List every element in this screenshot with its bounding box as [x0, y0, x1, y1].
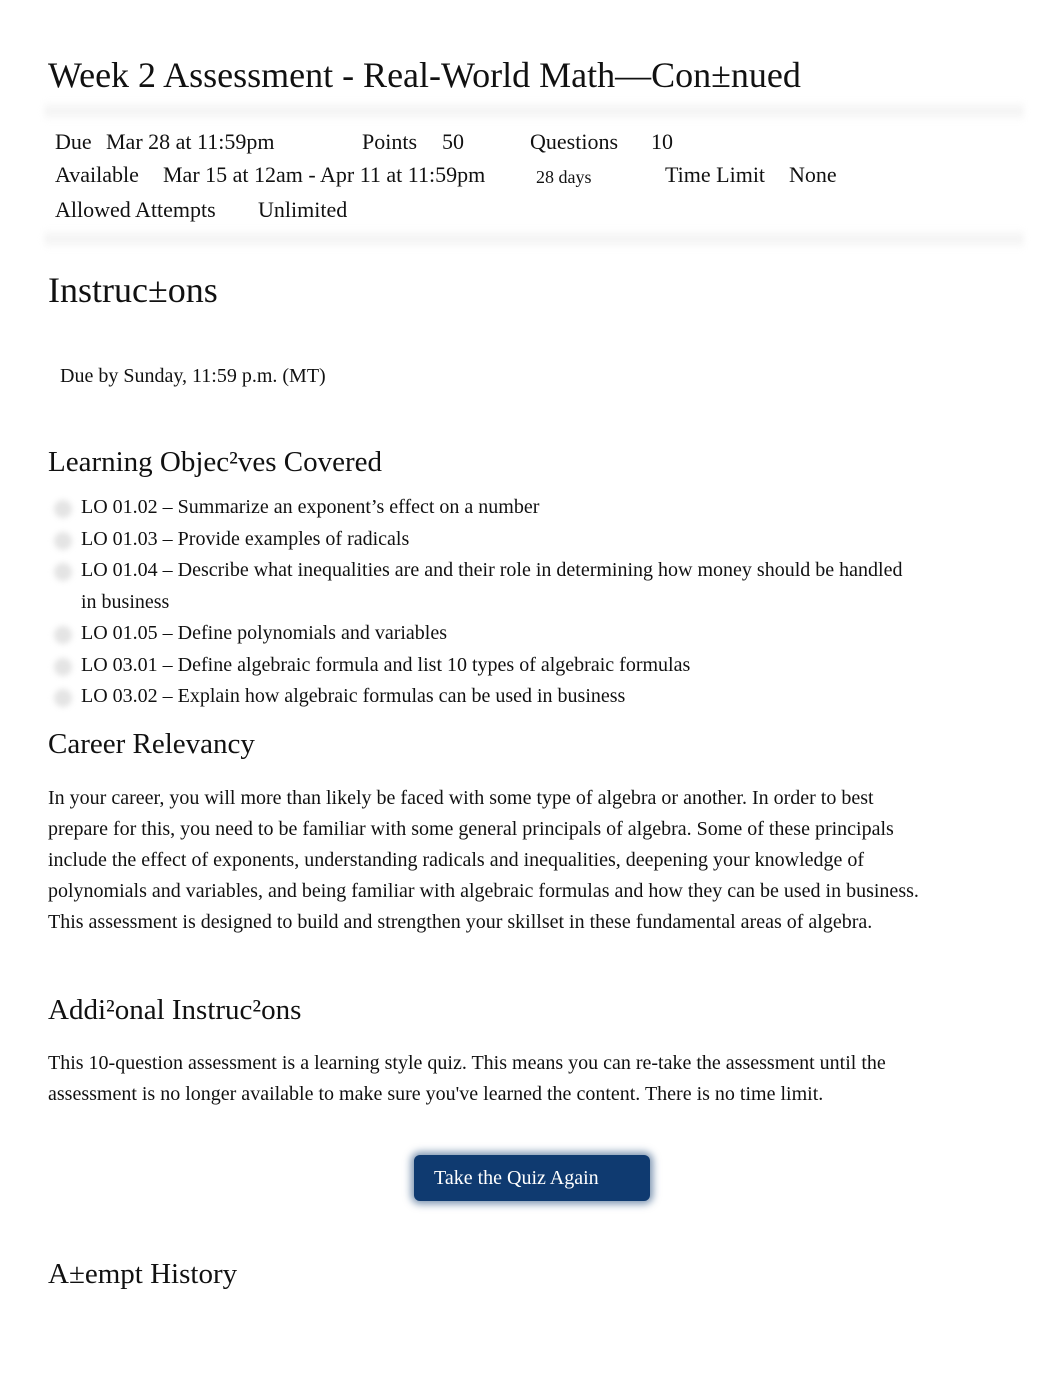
objective-text: LO 01.05 – Define polynomials and variab… [81, 622, 448, 644]
objectives-heading: Learning Objec²ves Covered [48, 446, 383, 478]
take-quiz-again-button[interactable]: Take the Quiz Again [414, 1155, 650, 1201]
objective-text: LO 03.01 – Define algebraic formula and … [81, 653, 691, 676]
bullet-icon [54, 563, 72, 581]
divider-bottom [44, 228, 1024, 250]
career-paragraph: In your career, you will more than likel… [48, 787, 919, 933]
attempts-label: Allowed Attempts [55, 197, 216, 222]
due-note: Due by Sunday, 11:59 p.m. (MT) [60, 365, 326, 387]
objective-text: LO 03.02 – Explain how algebraic formula… [81, 685, 626, 707]
objective-item: LO 01.04 – Describe what inequalities ar… [48, 555, 908, 618]
questions-value: 10 [651, 129, 673, 154]
objective-item: LO 01.05 – Define polynomials and variab… [48, 618, 908, 650]
additional-heading: Addi²onal Instruc²ons [48, 994, 302, 1026]
divider-top [44, 100, 1024, 122]
attempts-value: Unlimited [258, 197, 348, 222]
objective-item: LO 01.03 – Provide examples of radicals [48, 524, 908, 556]
points-value: 50 [442, 129, 464, 154]
objective-text: LO 01.04 – Describe what inequalities ar… [81, 559, 903, 613]
objective-item: LO 01.02 – Summarize an exponent’s effec… [48, 492, 908, 524]
objective-item: LO 03.01 – Define algebraic formula and … [48, 650, 908, 682]
bullet-icon [54, 657, 72, 676]
page-title: Week 2 Assessment - Real-World Math—Con±… [48, 55, 801, 95]
instructions-heading: Instruc±ons [48, 270, 218, 310]
bullet-icon [54, 626, 72, 644]
available-value: Mar 15 at 12am - Apr 11 at 11:59pm [163, 162, 486, 187]
questions-label: Questions [530, 129, 618, 154]
time-limit-label: Time Limit [665, 162, 766, 187]
objective-text: LO 01.03 – Provide examples of radicals [81, 527, 410, 550]
objectives-list: LO 01.02 – Summarize an exponent’s effec… [48, 492, 908, 713]
bullet-icon [54, 500, 72, 518]
bullet-icon [54, 689, 72, 707]
points-label: Points [362, 129, 418, 154]
objective-item: LO 03.02 – Explain how algebraic formula… [48, 681, 908, 713]
career-heading: Career Relevancy [48, 728, 255, 760]
additional-paragraph: This 10-question assessment is a learnin… [48, 1052, 886, 1105]
attempt-history-heading: A±empt History [48, 1258, 238, 1290]
time-limit-value: None [789, 162, 837, 187]
objective-text: LO 01.02 – Summarize an exponent’s effec… [81, 496, 540, 518]
available-label: Available [55, 162, 139, 187]
due-label: Due [55, 129, 92, 154]
due-value: Mar 28 at 11:59pm [106, 129, 275, 154]
bullet-icon [54, 531, 72, 550]
available-duration: 28 days [536, 167, 592, 187]
